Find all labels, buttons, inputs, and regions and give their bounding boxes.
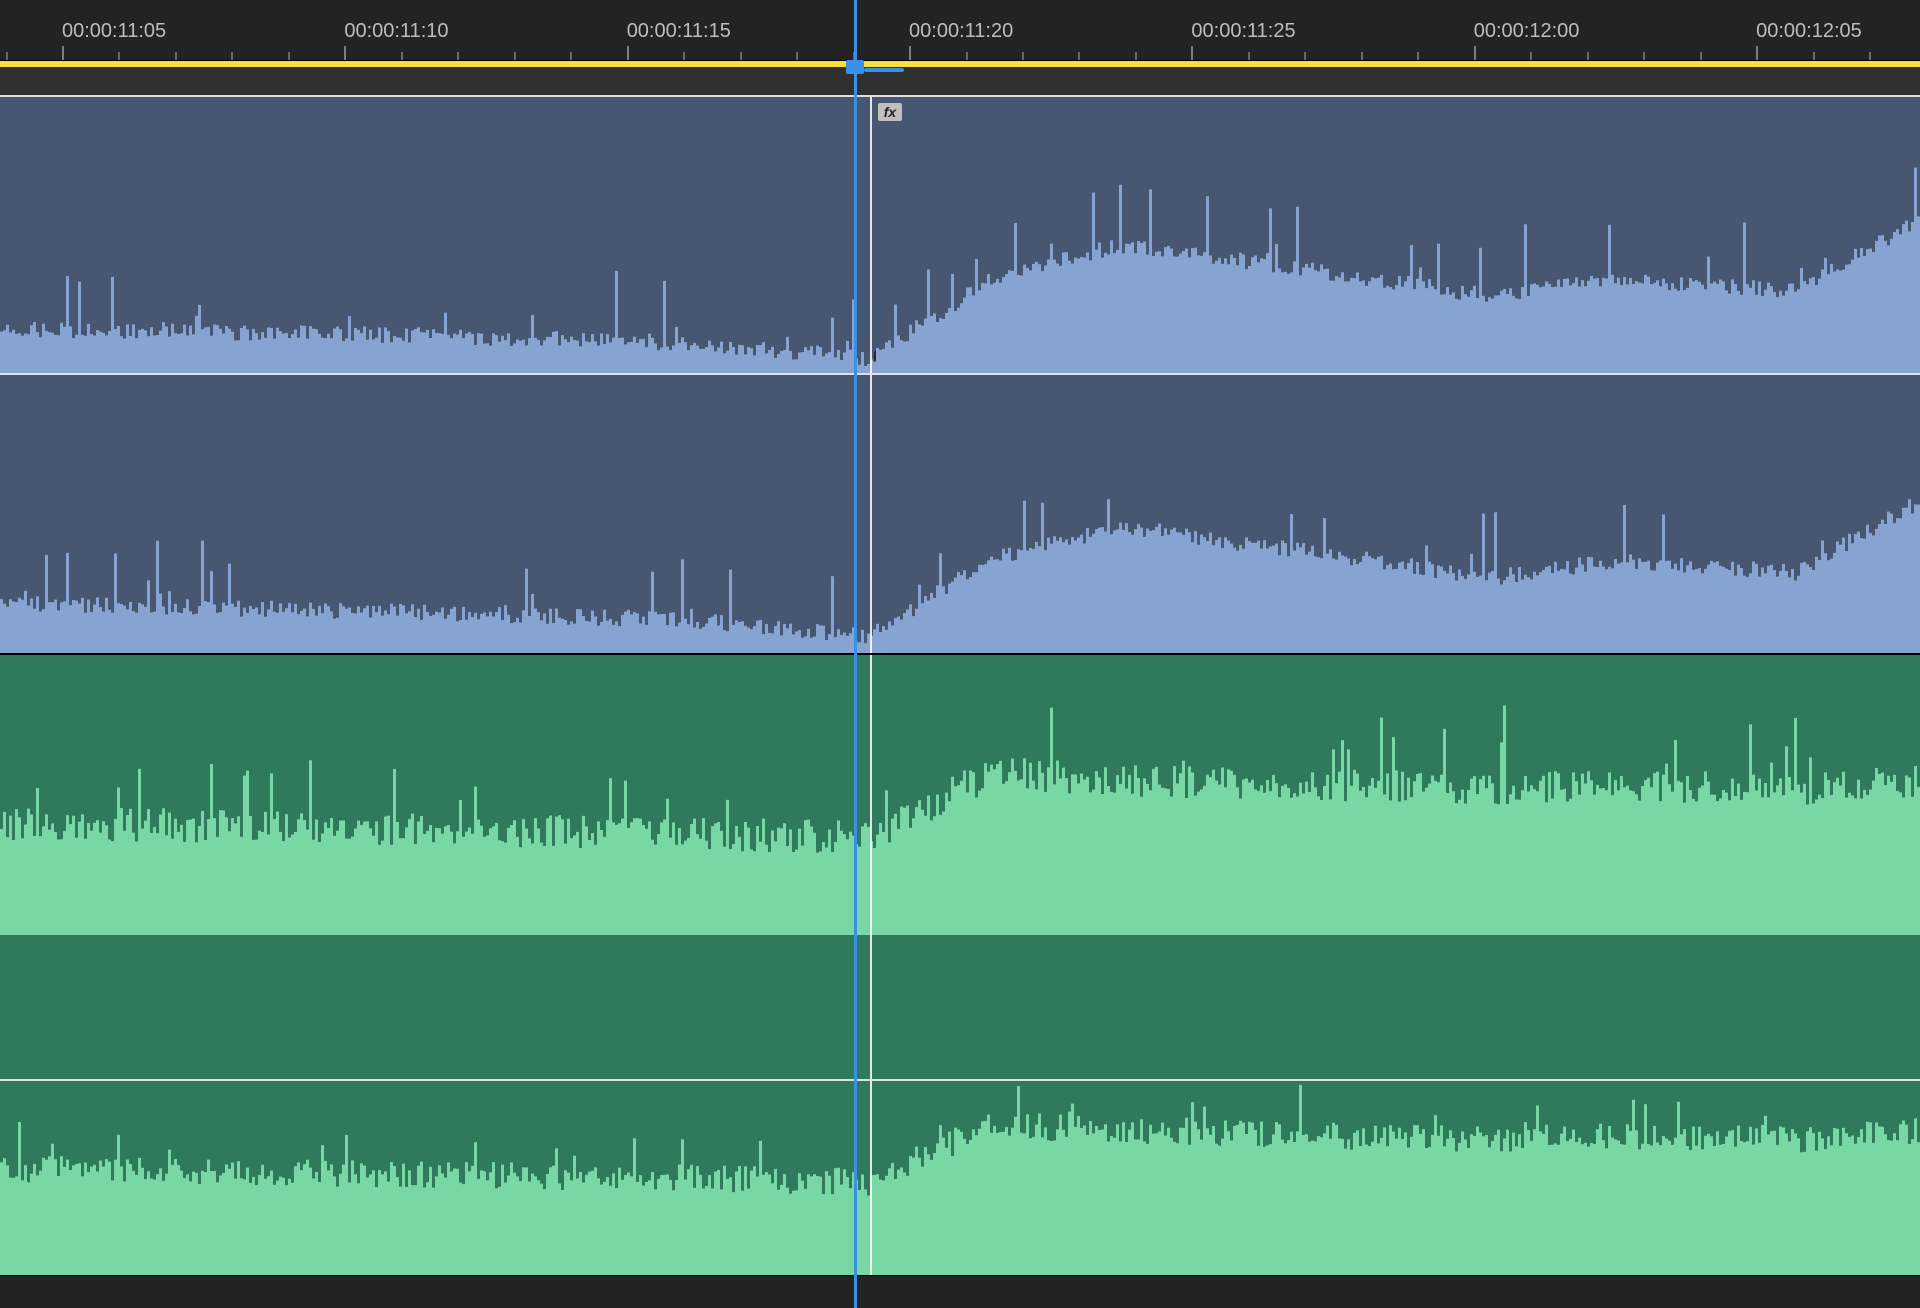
playhead-arrow [864, 68, 904, 72]
timeline-ruler[interactable]: 00:00:11:05 00:00:11:10 00:00:11:15 00:00:1… [0, 0, 1920, 61]
ruler-tick-minor [1022, 52, 1024, 60]
ruler-tick-label: 00:00:11:20 [909, 20, 1013, 43]
ruler-tick-major [1474, 46, 1476, 60]
ruler-tick-minor [570, 52, 572, 60]
ruler-tick-minor [175, 52, 177, 60]
ruler-tick-minor [1078, 52, 1080, 60]
waveform-green-top [0, 655, 1920, 935]
ruler-tick-major [1191, 46, 1193, 60]
ruler-tick-minor [683, 52, 685, 60]
ruler-tick-major [344, 46, 346, 60]
playhead[interactable] [854, 0, 857, 1308]
ruler-tick-minor [288, 52, 290, 60]
ruler-tick-minor [231, 52, 233, 60]
ruler-tick-minor [118, 52, 120, 60]
ruler-tick-minor [1587, 52, 1589, 60]
ruler-tick-minor [1135, 52, 1137, 60]
ruler-tick-minor [1248, 52, 1250, 60]
ruler-tick-minor [1643, 52, 1645, 60]
ruler-tick-major [62, 46, 64, 60]
timeline-footer-strip [0, 1275, 1920, 1308]
ruler-tick-minor [1304, 52, 1306, 60]
waveform-blue-left [0, 97, 1920, 373]
audio-track-green-mid[interactable] [0, 935, 1920, 1079]
ruler-tick-minor [1417, 52, 1419, 60]
ruler-tick-major [1756, 46, 1758, 60]
work-area-bar[interactable] [0, 61, 1920, 95]
ruler-tick-minor [1813, 52, 1815, 60]
clip-cut-line[interactable] [870, 935, 872, 1079]
ruler-tick-label: 00:00:12:05 [1756, 20, 1862, 43]
waveform-blue-right [0, 375, 1920, 653]
ruler-tick-minor [1869, 52, 1871, 60]
clip-cut-line[interactable] [870, 1081, 872, 1275]
ruler-tick-label: 00:00:11:25 [1191, 20, 1295, 43]
ruler-tick-label: 00:00:11:05 [62, 20, 166, 43]
clip-cut-line[interactable] [870, 97, 872, 373]
ruler-tick-minor [1700, 52, 1702, 60]
clip-cut-line[interactable] [870, 655, 872, 935]
ruler-tick-minor [966, 52, 968, 60]
ruler-tick-minor [796, 52, 798, 60]
audio-track-green-bottom[interactable] [0, 1079, 1920, 1275]
ruler-tick-label: 00:00:12:00 [1474, 20, 1580, 43]
work-area-yellow-strip[interactable] [0, 61, 1920, 67]
clip-cut-line[interactable] [870, 375, 872, 653]
ruler-tick-major [909, 46, 911, 60]
ruler-tick-label: 00:00:11:10 [344, 20, 448, 43]
audio-track-blue-left[interactable]: fx L [0, 95, 1920, 373]
tracks-area: fx L R [0, 95, 1920, 1308]
ruler-tick-minor [6, 52, 8, 60]
playhead-handle[interactable] [846, 60, 864, 74]
audio-track-blue-right[interactable]: R [0, 373, 1920, 653]
ruler-tick-label: 00:00:11:15 [627, 20, 731, 43]
ruler-tick-minor [740, 52, 742, 60]
ruler-tick-minor [457, 52, 459, 60]
ruler-tick-minor [514, 52, 516, 60]
ruler-tick-major [627, 46, 629, 60]
ruler-tick-minor [1361, 52, 1363, 60]
ruler-tick-minor [401, 52, 403, 60]
audio-track-green-top[interactable] [0, 653, 1920, 935]
ruler-tick-minor [1530, 52, 1532, 60]
waveform-green-bottom [0, 1081, 1920, 1275]
